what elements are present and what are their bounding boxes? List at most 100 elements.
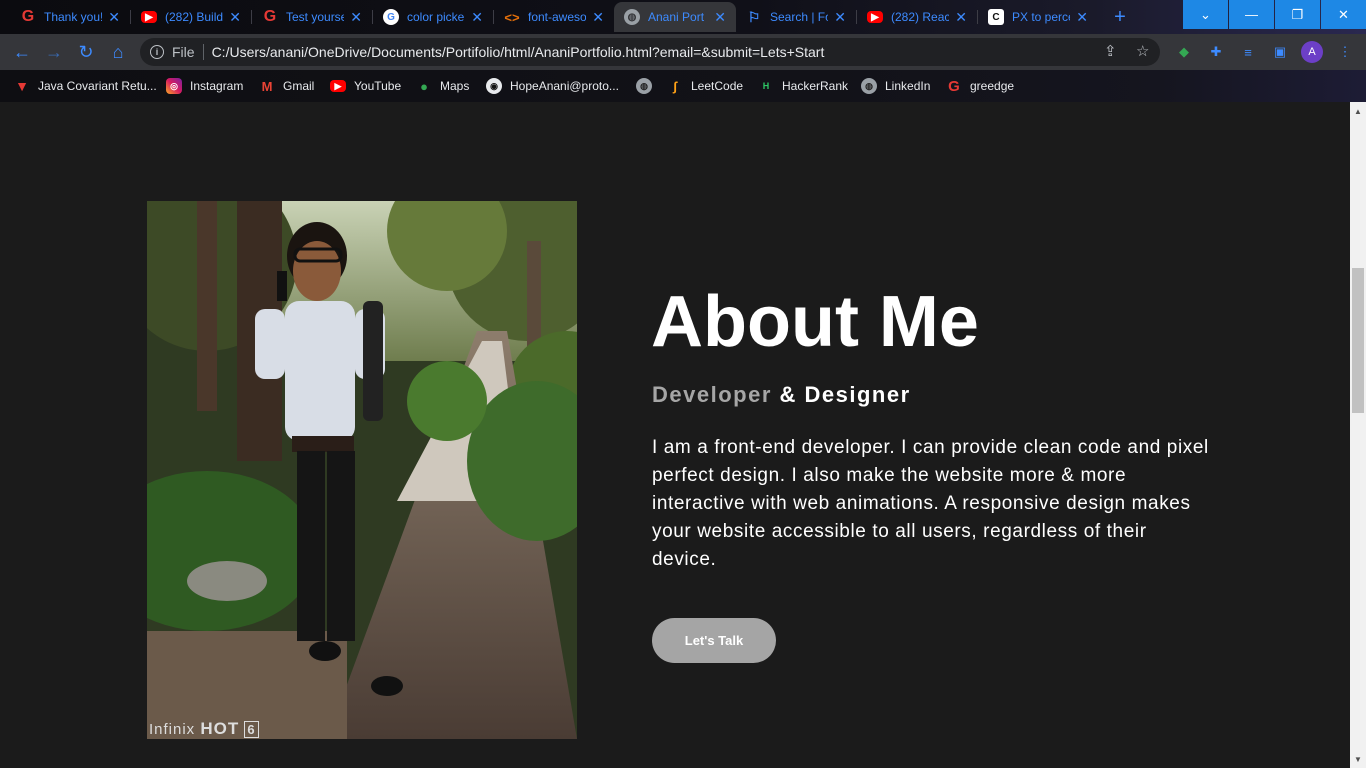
- reload-button[interactable]: ↻: [74, 40, 98, 64]
- star-icon[interactable]: ☆: [1136, 42, 1149, 60]
- menu-icon[interactable]: ⋮: [1336, 43, 1354, 61]
- forward-button[interactable]: →: [42, 40, 66, 64]
- tab-px-to-percent[interactable]: C PX to perce ✕: [978, 2, 1098, 32]
- grammarly-icon: G: [263, 8, 277, 25]
- bookmark-label: HopeAnani@proto...: [510, 79, 619, 93]
- bookmark-label: Java Covariant Retu...: [38, 79, 157, 93]
- tab-search[interactable]: ⚐ Search | Fo ✕: [736, 2, 856, 32]
- new-tab-button[interactable]: +: [1108, 5, 1132, 29]
- bookmark-label: HackerRank: [782, 79, 849, 93]
- tab-title: Anani Port: [648, 10, 705, 24]
- globe-icon: ◍: [624, 9, 640, 25]
- bookmark-gmail[interactable]: M Gmail: [259, 77, 315, 95]
- role-designer: & Designer: [779, 382, 911, 407]
- divider: [202, 44, 204, 60]
- bookmark-maps[interactable]: ● Maps: [416, 77, 469, 95]
- bookmark-greedge[interactable]: G greedge: [946, 77, 1014, 95]
- google-icon: G: [383, 9, 399, 25]
- close-icon[interactable]: ✕: [955, 9, 967, 26]
- close-icon[interactable]: ✕: [471, 9, 483, 26]
- scroll-up-icon[interactable]: ▲: [1350, 104, 1366, 118]
- globe-icon: ◍: [636, 78, 652, 94]
- bookmark-java-covariant[interactable]: ▼ Java Covariant Retu...: [14, 77, 157, 95]
- tab-title: Thank you!: [44, 10, 103, 24]
- minimize-button[interactable]: —: [1229, 0, 1274, 29]
- close-window-button[interactable]: ✕: [1321, 0, 1366, 29]
- url-scheme: File: [172, 44, 195, 60]
- youtube-icon: ▶: [330, 80, 346, 92]
- triangle-logo-icon: ▼: [15, 78, 29, 94]
- tab-color-picker[interactable]: G color picke ✕: [373, 2, 493, 32]
- scrollbar-thumb[interactable]: [1352, 268, 1364, 413]
- close-icon[interactable]: ✕: [108, 9, 120, 26]
- browser-toolbar: ← → ↻ ⌂ i File C:/Users/anani/OneDrive/D…: [0, 34, 1366, 70]
- account-icon: ◉: [486, 78, 502, 94]
- bookmark-linkedin[interactable]: ◍ LinkedIn: [861, 77, 930, 95]
- bookmark-label: Maps: [440, 79, 470, 93]
- photo-watermark: Infinix HOT 6: [149, 719, 259, 739]
- bookmarks-bar: ▼ Java Covariant Retu... ◎ Instagram M G…: [0, 70, 1366, 102]
- extension-icon[interactable]: ◆: [1175, 43, 1193, 61]
- code-icon: <>: [504, 9, 520, 25]
- bookmark-label: Instagram: [190, 79, 244, 93]
- grammarly-icon: G: [21, 8, 35, 25]
- tab-title: font-aweso: [528, 10, 587, 24]
- close-icon[interactable]: ✕: [350, 9, 362, 26]
- url-text[interactable]: C:/Users/anani/OneDrive/Documents/Portif…: [212, 44, 825, 60]
- tab-strip: G Thank you! ✕ ▶ (282) Build ✕ G Test yo…: [0, 0, 1366, 34]
- close-icon[interactable]: ✕: [1076, 9, 1088, 26]
- tab-youtube-react[interactable]: ▶ (282) React ✕: [857, 2, 977, 32]
- bookmark-label: greedge: [970, 79, 1015, 93]
- about-heading: About Me: [651, 282, 979, 362]
- role-developer: Developer: [652, 382, 772, 407]
- tab-anani-portfolio[interactable]: ◍ Anani Port ✕: [614, 2, 736, 32]
- bookmark-proton[interactable]: ◉ HopeAnani@proto...: [486, 77, 619, 95]
- tab-title: PX to perce: [1012, 10, 1071, 24]
- bio-paragraph: I am a front-end developer. I can provid…: [652, 437, 1209, 570]
- share-icon[interactable]: ⇪: [1104, 42, 1117, 60]
- bookmark-label: LinkedIn: [885, 79, 931, 93]
- info-icon[interactable]: i: [150, 45, 164, 59]
- scroll-down-icon[interactable]: ▼: [1350, 752, 1366, 766]
- bookmark-label: YouTube: [354, 79, 402, 93]
- page-scrollbar[interactable]: [1350, 102, 1366, 768]
- tab-title: color picke: [407, 10, 465, 24]
- instagram-icon: ◎: [166, 78, 182, 94]
- restore-button[interactable]: ❐: [1275, 0, 1320, 29]
- tab-search-button[interactable]: ⌄: [1183, 0, 1228, 29]
- tab-title: Search | Fo: [770, 10, 829, 24]
- grammarly-icon: G: [948, 77, 960, 95]
- tab-thank-you[interactable]: G Thank you! ✕: [10, 2, 130, 32]
- back-button[interactable]: ←: [10, 40, 34, 64]
- home-button[interactable]: ⌂: [106, 40, 130, 64]
- bookmark-globe[interactable]: ◍: [636, 77, 660, 95]
- youtube-icon: ▶: [141, 11, 157, 23]
- youtube-icon: ▶: [867, 11, 883, 23]
- tab-title: (282) Build: [165, 10, 224, 24]
- profile-avatar[interactable]: A: [1301, 41, 1323, 63]
- hackerrank-icon: H: [762, 81, 770, 91]
- side-panel-icon[interactable]: ▣: [1271, 43, 1289, 61]
- bookmark-label: LeetCode: [691, 79, 744, 93]
- gmail-icon: M: [261, 78, 273, 94]
- bookmark-hackerrank[interactable]: H HackerRank: [758, 77, 848, 95]
- profile-photo: [147, 201, 577, 739]
- close-icon[interactable]: ✕: [592, 9, 604, 26]
- maps-pin-icon: ●: [420, 78, 428, 94]
- flag-icon: ⚐: [747, 8, 761, 25]
- close-icon[interactable]: ✕: [834, 9, 846, 26]
- tab-youtube-build[interactable]: ▶ (282) Build ✕: [131, 2, 251, 32]
- tab-font-awesome[interactable]: <> font-aweso ✕: [494, 2, 614, 32]
- bookmark-leetcode[interactable]: ʃ LeetCode: [667, 77, 743, 95]
- tab-test-yourself[interactable]: G Test yourse ✕: [252, 2, 372, 32]
- media-icon[interactable]: ≡: [1239, 43, 1257, 61]
- bookmark-instagram[interactable]: ◎ Instagram: [166, 77, 243, 95]
- close-icon[interactable]: ✕: [714, 9, 726, 26]
- role-subheading: Developer & Designer: [652, 382, 911, 408]
- c-icon: C: [988, 9, 1004, 25]
- close-icon[interactable]: ✕: [229, 9, 241, 26]
- lets-talk-button[interactable]: Let's Talk: [652, 618, 776, 663]
- address-bar[interactable]: i File C:/Users/anani/OneDrive/Documents…: [140, 38, 1160, 66]
- puzzle-icon[interactable]: ✚: [1207, 43, 1225, 61]
- bookmark-youtube[interactable]: ▶ YouTube: [330, 77, 401, 95]
